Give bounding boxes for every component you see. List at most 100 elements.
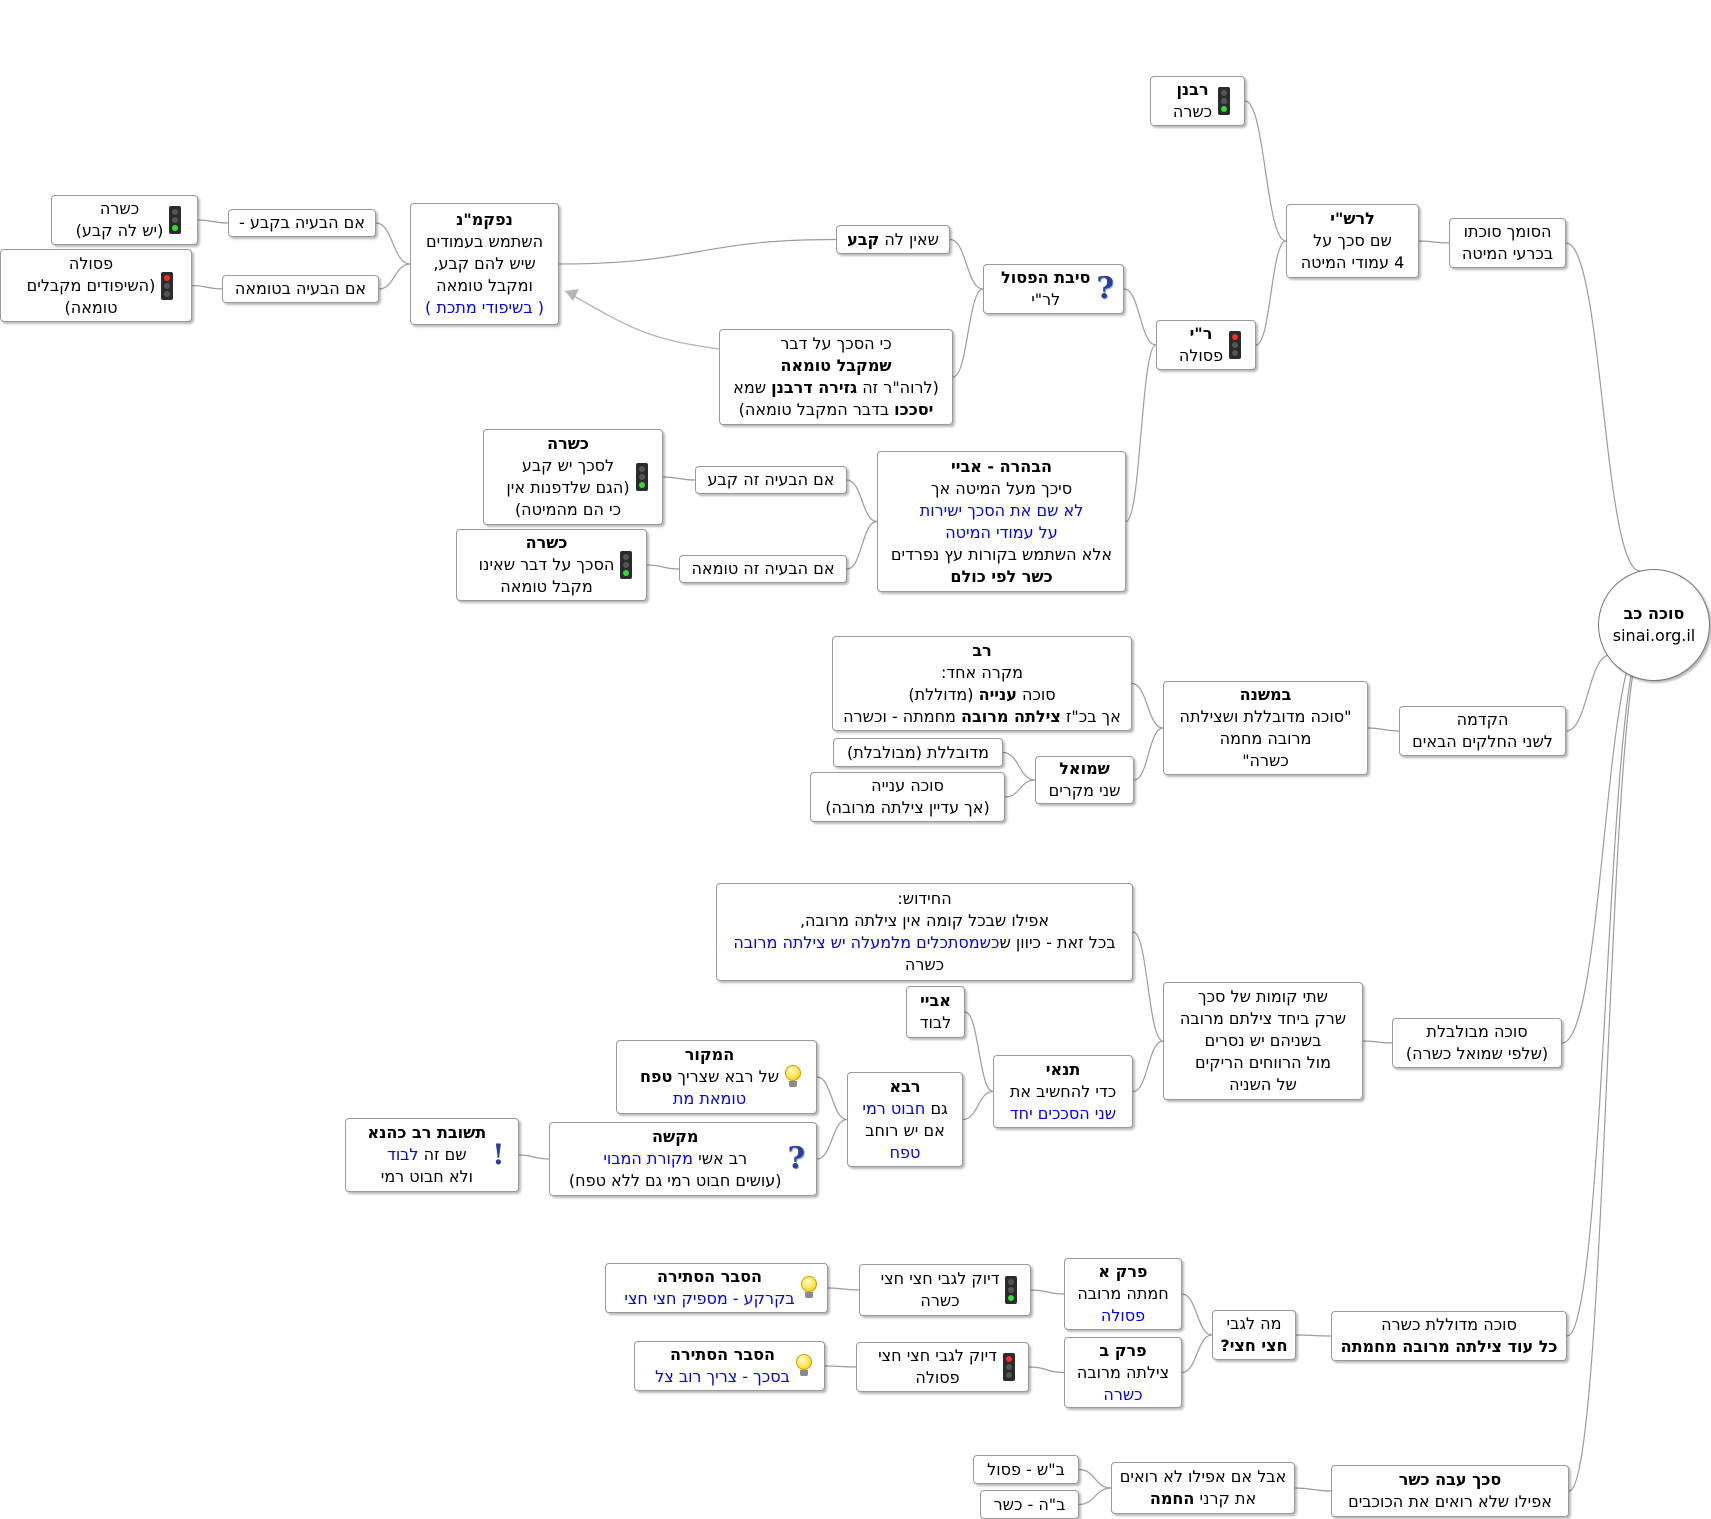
node-line: כשרה: [100, 198, 139, 220]
traffic-light-green-icon: [169, 206, 182, 234]
node-hakdama[interactable]: הקדמה לשני החלקים הבאים: [1399, 706, 1566, 756]
node-aval-im[interactable]: אבל אם אפילו לא רואים את קרני החמה: [1111, 1462, 1295, 1514]
node-bamishna[interactable]: במשנה "סוכה מדובללת ושצילתה מרובה מחמה כשרה…: [1163, 681, 1368, 775]
node-line: כדי להחשיב את: [1010, 1081, 1116, 1103]
node-perek-a[interactable]: פרק א חמתה מרובה פסולה: [1064, 1258, 1182, 1330]
node-habahara-abaye[interactable]: הבהרה - אביי סיכך מעל המיטה אך לא שם את הס…: [877, 451, 1126, 592]
node-rabbi-yehuda[interactable]: ר"י פסולה: [1156, 320, 1256, 370]
node-text: סוכה כב sinai.org.il: [1613, 603, 1695, 647]
node-ki-hasekhakh[interactable]: כי הסכך על דבר שמקבל טומאה (לרוה"ר זה גזיר…: [719, 329, 953, 425]
connector-line: [1132, 1040, 1164, 1093]
node-im-habaya-betumaa[interactable]: אם הבעיה בטומאה: [222, 275, 379, 303]
node-rabanan[interactable]: רבנן כשרה: [1150, 76, 1245, 126]
node-diyuk-kshera[interactable]: דיוק לגבי חצי חצי כשרה: [859, 1264, 1031, 1316]
node-line: ( בשיפודי מתכת ): [425, 297, 544, 319]
node-line: הסכך על דבר שאינו: [479, 554, 615, 576]
node-kshera-lasekhakh-yesh-keva[interactable]: כשרה לסכך יש קבע (הגם שלדפנות אין כי הם מהמ…: [483, 429, 663, 525]
node-ma-legabei-chatzi[interactable]: מה לגבי חצי חצי?: [1212, 1310, 1296, 1360]
text-segment: יסככו: [894, 400, 934, 419]
node-perek-b[interactable]: פרק ב צילתה מרובה כשרה: [1064, 1337, 1182, 1408]
text-segment: אביי: [920, 991, 951, 1010]
node-meduvlelet-kshera[interactable]: סוכה מדוללת כשרה כל עוד צילתה מרובה מחמתה: [1331, 1311, 1567, 1361]
text-segment: מחמתה - וכשרה: [843, 706, 961, 726]
node-sibat-hapsul[interactable]: ? סיבת הפסול לר"י: [983, 264, 1124, 314]
connector-line: [1255, 240, 1287, 346]
node-psula-shipudim[interactable]: פסולה (השיפודים מקבלים טומאה): [0, 249, 192, 322]
node-text: כשרה (יש לה קבע): [76, 198, 164, 242]
connector-line: [1078, 1468, 1112, 1489]
text-segment: דיוק לגבי חצי חצי: [878, 1346, 997, 1365]
node-shein-la-keva[interactable]: שאין לה קבע: [836, 225, 950, 254]
node-line: לשני החלקים הבאים: [1412, 731, 1553, 753]
node-hamakor[interactable]: המקור של רבא שצריך טפח טומאת מת: [616, 1040, 817, 1114]
node-diyuk-psula[interactable]: דיוק לגבי חצי חצי פסולה: [856, 1342, 1029, 1392]
node-line: אך בכ"ז צילתה מרובה מחמתה - וכשרה: [843, 706, 1121, 728]
node-line: תנאי: [1046, 1059, 1081, 1081]
node-line: אם הבעיה בקבע -: [239, 212, 365, 234]
node-sekhakh-ave[interactable]: סכך עבה כשר אפילו שלא רואים את הכוכבים: [1331, 1465, 1569, 1517]
question-mark-icon: ?: [1096, 271, 1114, 306]
node-line: שמואל: [1059, 758, 1110, 780]
node-sukka-aniya[interactable]: סוכה ענייה (אך עדיין צילתה מרובה): [810, 772, 1005, 822]
text-segment: לבוד: [919, 1013, 952, 1032]
text-segment: כשרה: [1172, 102, 1213, 121]
node-hesber-hastira-sekhakh[interactable]: הסבר הסתירה בסכך - צריך רוב צל: [634, 1341, 825, 1391]
text-segment: פרק ב: [1099, 1340, 1147, 1360]
node-hesber-hastira-karka[interactable]: הסבר הסתירה בקרקע - מספיק חצי חצי: [605, 1263, 828, 1313]
node-line: שתי קומות של סכך: [1198, 986, 1328, 1008]
node-line: רב אשי מקורת המבוי: [603, 1148, 747, 1170]
node-line: אם הבעיה בטומאה: [235, 278, 366, 300]
node-tanai[interactable]: תנאי כדי להחשיב את שני הסככים יחד: [993, 1055, 1133, 1128]
connector-line: [816, 1118, 848, 1160]
text-segment: סכך עבה כשר: [1398, 1470, 1502, 1489]
node-meduvlelet[interactable]: מדובללת (מבולבלת): [833, 738, 1003, 767]
text-segment: צילתה מרובה: [960, 706, 1061, 726]
node-beit-hillel[interactable]: ב"ה - כשר: [980, 1490, 1079, 1519]
node-sukka-mevulbelet[interactable]: סוכה מבולבלת (שלפי שמואל כשרה): [1392, 1018, 1562, 1068]
text-segment: הסומך סוכתו: [1463, 222, 1552, 241]
text-segment: חמתה מרובה: [1077, 1284, 1169, 1303]
node-kshera-yesh-keva[interactable]: כשרה (יש לה קבע): [51, 195, 198, 245]
text-segment: בקרקע - מספיק חצי חצי: [624, 1289, 795, 1308]
text-segment: ב"ש - פסול: [987, 1459, 1065, 1479]
node-beit-shammai[interactable]: ב"ש - פסול: [973, 1455, 1079, 1484]
connector-line: [375, 222, 411, 265]
node-shtei-komot[interactable]: שתי קומות של סכך שרק ביחד צילתם מרובה בשני…: [1163, 982, 1363, 1100]
node-makshe[interactable]: ? מקשה רב אשי מקורת המבוי (עושים חבוט רמי ג…: [549, 1122, 817, 1196]
text-segment: פסולה: [915, 1368, 960, 1387]
node-abaye-lavud[interactable]: אביי לבוד: [906, 986, 965, 1038]
arrowhead-icon: [565, 289, 579, 301]
connector-line: [646, 564, 680, 570]
node-shmuel[interactable]: שמואל שני מקרים: [1035, 756, 1134, 804]
text-segment: (אך עדיין צילתה מרובה): [825, 798, 990, 817]
node-text: נפקמ"נ השתמש בעמודים שיש להם קבע, ומקבל טומ…: [425, 209, 544, 319]
light-bulb-icon: [800, 1276, 817, 1300]
node-rava[interactable]: רבא גם חבוט רמי אם יש רוחב טפח: [847, 1072, 963, 1167]
text-segment: במשנה: [1239, 685, 1292, 704]
node-line: "סוכה מדובללת ושצילתה: [1180, 706, 1352, 728]
node-line: חצי חצי?: [1220, 1335, 1287, 1357]
node-somekh-sukkato[interactable]: הסומך סוכתו בכרעי המיטה: [1449, 218, 1566, 268]
node-line: אם יש רוחב: [865, 1120, 945, 1142]
text-segment: תנאי: [1045, 1059, 1081, 1079]
node-nafkamin[interactable]: נפקמ"נ השתמש בעמודים שיש להם קבע, ומקבל טומ…: [410, 203, 559, 325]
node-kshera-eino-mekabel[interactable]: כשרה הסכך על דבר שאינו מקבל טומאה: [456, 529, 647, 601]
node-hachidush[interactable]: החידוש: אפילו שבכל קומה אין צילתה מרובה, ב…: [716, 883, 1133, 981]
node-im-habaya-ze-tumaa[interactable]: אם הבעיה זה טומאה: [679, 555, 847, 583]
root-node[interactable]: סוכה כב sinai.org.il: [1598, 569, 1710, 681]
text-segment: 4 עמודי המיטה: [1300, 253, 1405, 272]
node-line: פסולה: [69, 253, 113, 275]
text-segment: אבל אם אפילו לא רואים: [1119, 1467, 1287, 1486]
text-segment: החידוש:: [897, 889, 952, 908]
node-tshuvat-rav-kahana[interactable]: ! תשובת רב כהנא שם זה לבוד ולא חבוט רמי: [345, 1118, 519, 1192]
node-im-habaya-ze-keva[interactable]: אם הבעיה זה קבע: [695, 466, 847, 494]
node-rashi[interactable]: לרש"י שם סכך על 4 עמודי המיטה: [1286, 204, 1419, 278]
node-text: רבא גם חבוט רמי אם יש רוחב טפח: [862, 1076, 947, 1164]
question-mark-icon: ?: [787, 1141, 806, 1176]
node-rav[interactable]: רב מקרה אחד: סוכה ענייה (מדוללת) אך בכ"ז צי…: [832, 636, 1132, 731]
text-segment: סוכה מבולבלת: [1426, 1022, 1528, 1041]
traffic-light-red-icon: [1002, 1353, 1015, 1381]
node-text: אם הבעיה בטומאה: [235, 278, 366, 300]
node-im-habaya-bekeva[interactable]: אם הבעיה בקבע -: [228, 209, 376, 237]
node-line: כשרה: [1173, 101, 1212, 123]
